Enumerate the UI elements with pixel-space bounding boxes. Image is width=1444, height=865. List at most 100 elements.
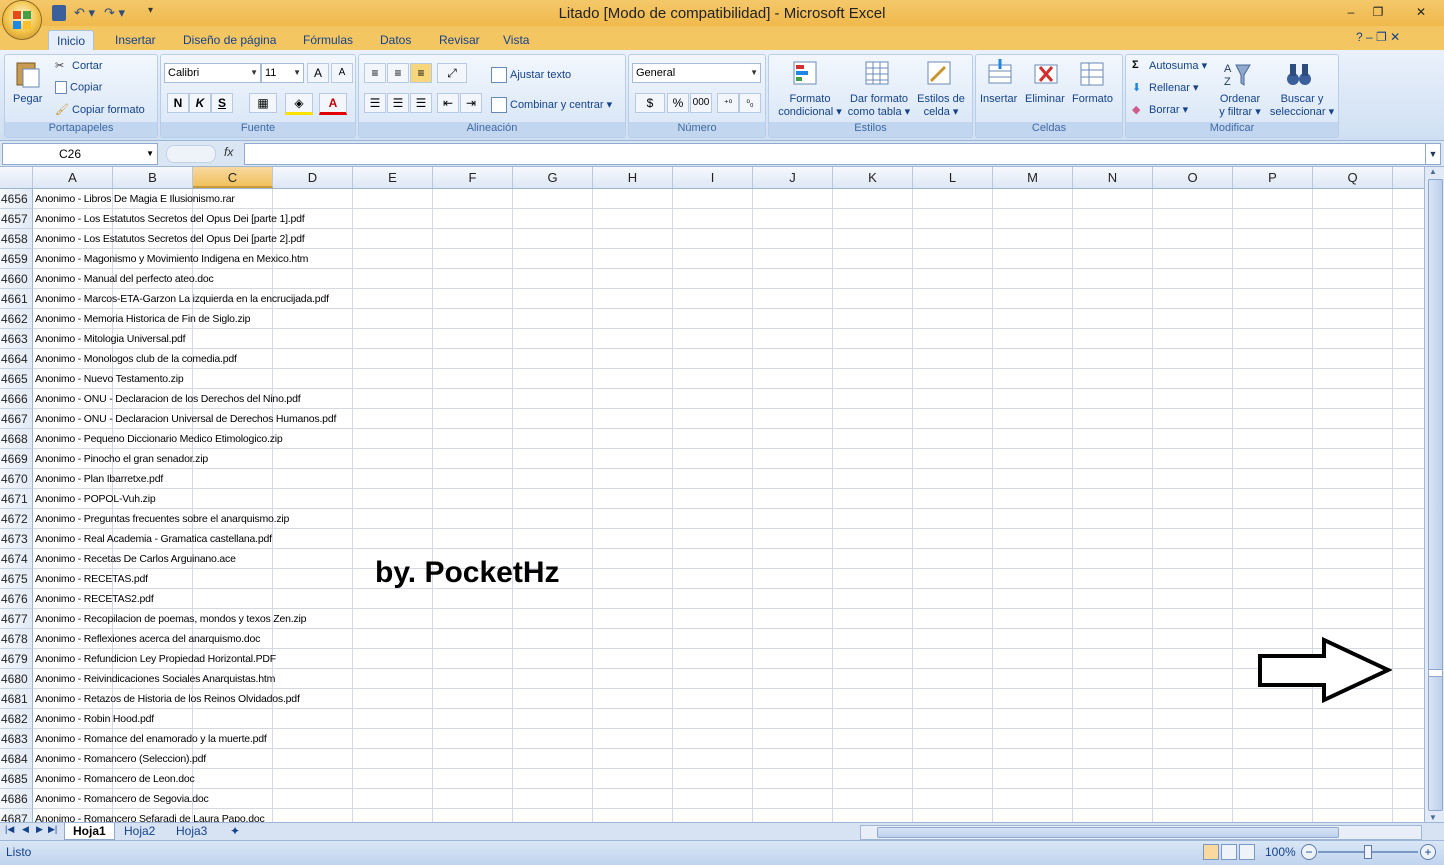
- autosum-button[interactable]: Σ Autosuma ▾: [1132, 59, 1207, 73]
- orientation-icon[interactable]: ⤢: [437, 63, 467, 83]
- row-header[interactable]: 4669: [0, 449, 33, 469]
- column-header[interactable]: I: [673, 167, 753, 188]
- borders-icon[interactable]: ▦: [249, 93, 277, 113]
- zoom-out-icon[interactable]: −: [1301, 844, 1317, 860]
- cell-a[interactable]: Anonimo - ONU - Declaracion de los Derec…: [33, 389, 301, 409]
- cell-a[interactable]: Anonimo - Refundicion Ley Propiedad Hori…: [33, 649, 276, 669]
- horizontal-scroll-thumb[interactable]: [877, 827, 1339, 838]
- row-cells[interactable]: [33, 749, 1424, 769]
- increase-decimal-icon[interactable]: ⁺⁰: [717, 93, 739, 113]
- row-cells[interactable]: [33, 369, 1424, 389]
- cell-a[interactable]: Anonimo - Manual del perfecto ateo.doc: [33, 269, 214, 289]
- cell-styles-button[interactable]: Estilos de celda ▾: [913, 93, 969, 118]
- decrease-decimal-icon[interactable]: ⁰₀: [739, 93, 761, 113]
- row-cells[interactable]: [33, 589, 1424, 609]
- row-header[interactable]: 4677: [0, 609, 33, 629]
- align-center-icon[interactable]: ☰: [387, 93, 409, 113]
- cut-button[interactable]: ✂ Cortar: [55, 59, 103, 73]
- column-header[interactable]: N: [1073, 167, 1153, 188]
- tab-vista[interactable]: Vista: [495, 30, 537, 50]
- row-header[interactable]: 4662: [0, 309, 33, 329]
- help-controls[interactable]: ? – ❐ ✕: [1356, 30, 1400, 44]
- row-header[interactable]: 4663: [0, 329, 33, 349]
- row-header[interactable]: 4670: [0, 469, 33, 489]
- row-cells[interactable]: [33, 269, 1424, 289]
- column-header[interactable]: E: [353, 167, 433, 188]
- decrease-indent-icon[interactable]: ⇤: [437, 93, 459, 113]
- row-header[interactable]: 4686: [0, 789, 33, 809]
- fill-button[interactable]: ⬇ Rellenar ▾: [1132, 81, 1199, 95]
- align-left-icon[interactable]: ☰: [364, 93, 386, 113]
- cell-a[interactable]: Anonimo - Romancero (Seleccion).pdf: [33, 749, 206, 769]
- cell-a[interactable]: Anonimo - Nuevo Testamento.zip: [33, 369, 184, 389]
- clear-button[interactable]: ◆ Borrar ▾: [1132, 103, 1188, 117]
- row-header[interactable]: 4687: [0, 809, 33, 822]
- select-all-corner[interactable]: [0, 167, 33, 188]
- close-button[interactable]: ✕: [1404, 3, 1438, 21]
- prev-sheet-icon[interactable]: ◀: [22, 824, 29, 835]
- row-header[interactable]: 4674: [0, 549, 33, 569]
- column-header[interactable]: P: [1233, 167, 1313, 188]
- underline-button[interactable]: S: [211, 93, 233, 113]
- cell-a[interactable]: Anonimo - Recetas De Carlos Arguinano.ac…: [33, 549, 236, 569]
- cell-a[interactable]: Anonimo - Pinocho el gran senador.zip: [33, 449, 208, 469]
- cell-a[interactable]: Anonimo - RECETAS.pdf: [33, 569, 148, 589]
- merge-center-button[interactable]: Combinar y centrar ▾: [491, 97, 612, 113]
- row-header[interactable]: 4657: [0, 209, 33, 229]
- column-header[interactable]: O: [1153, 167, 1233, 188]
- row-cells[interactable]: [33, 449, 1424, 469]
- maximize-button[interactable]: ❐: [1367, 3, 1389, 21]
- row-header[interactable]: 4666: [0, 389, 33, 409]
- row-header[interactable]: 4667: [0, 409, 33, 429]
- wrap-text-button[interactable]: Ajustar texto: [491, 67, 571, 83]
- cell-a[interactable]: Anonimo - Memoria Historica de Fin de Si…: [33, 309, 250, 329]
- row-header[interactable]: 4656: [0, 189, 33, 209]
- cell-a[interactable]: Anonimo - Romancero Sefaradi de Laura Pa…: [33, 809, 265, 822]
- cell-a[interactable]: Anonimo - ONU - Declaracion Universal de…: [33, 409, 336, 429]
- column-header[interactable]: Q: [1313, 167, 1393, 188]
- row-header[interactable]: 4684: [0, 749, 33, 769]
- row-cells[interactable]: [33, 469, 1424, 489]
- tab-insertar[interactable]: Insertar: [107, 30, 164, 50]
- row-cells[interactable]: [33, 789, 1424, 809]
- increase-indent-icon[interactable]: ⇥: [460, 93, 482, 113]
- cell-a[interactable]: Anonimo - Reflexiones acerca del anarqui…: [33, 629, 260, 649]
- row-header[interactable]: 4664: [0, 349, 33, 369]
- tab-revisar[interactable]: Revisar: [431, 30, 488, 50]
- table-format-button[interactable]: Dar formato como tabla ▾: [845, 93, 913, 118]
- row-cells[interactable]: [33, 349, 1424, 369]
- column-header[interactable]: B: [113, 167, 193, 188]
- find-select-button[interactable]: Buscar y seleccionar ▾: [1268, 93, 1336, 118]
- font-color-icon[interactable]: A: [319, 93, 347, 115]
- cell-a[interactable]: Anonimo - Robin Hood.pdf: [33, 709, 154, 729]
- currency-button[interactable]: $: [635, 93, 665, 113]
- grow-font-button[interactable]: A: [307, 63, 329, 83]
- sheet-tab-hoja3[interactable]: Hoja3: [168, 823, 215, 839]
- row-header[interactable]: 4676: [0, 589, 33, 609]
- row-cells[interactable]: [33, 329, 1424, 349]
- cell-a[interactable]: Anonimo - Plan Ibarretxe.pdf: [33, 469, 163, 489]
- scroll-up-icon[interactable]: ▲: [1429, 167, 1437, 176]
- normal-view-icon[interactable]: [1203, 844, 1219, 860]
- insert-sheet-icon[interactable]: ✦: [222, 823, 248, 839]
- worksheet-grid[interactable]: 4656 Anonimo - Libros De Magia E Ilusioni…: [0, 189, 1424, 822]
- cell-a[interactable]: Anonimo - Los Estatutos Secretos del Opu…: [33, 209, 305, 229]
- row-header[interactable]: 4658: [0, 229, 33, 249]
- office-button[interactable]: [3, 1, 41, 39]
- paste-button[interactable]: Pegar: [13, 93, 42, 105]
- row-cells[interactable]: [33, 189, 1424, 209]
- row-cells[interactable]: [33, 489, 1424, 509]
- cell-a[interactable]: Anonimo - Recopilacion de poemas, mondos…: [33, 609, 306, 629]
- row-header[interactable]: 4683: [0, 729, 33, 749]
- row-header[interactable]: 4680: [0, 669, 33, 689]
- horizontal-scrollbar[interactable]: [860, 825, 1422, 840]
- row-cells[interactable]: [33, 569, 1424, 589]
- row-cells[interactable]: [33, 769, 1424, 789]
- minimize-button[interactable]: –: [1340, 3, 1362, 21]
- cell-a[interactable]: Anonimo - Los Estatutos Secretos del Opu…: [33, 229, 305, 249]
- expand-formula-bar-icon[interactable]: ▼: [1425, 143, 1441, 165]
- italic-button[interactable]: K: [189, 93, 211, 113]
- copy-button[interactable]: Copiar: [55, 81, 102, 94]
- tab-datos[interactable]: Datos: [372, 30, 419, 50]
- cell-a[interactable]: Anonimo - Monologos club de la comedia.p…: [33, 349, 237, 369]
